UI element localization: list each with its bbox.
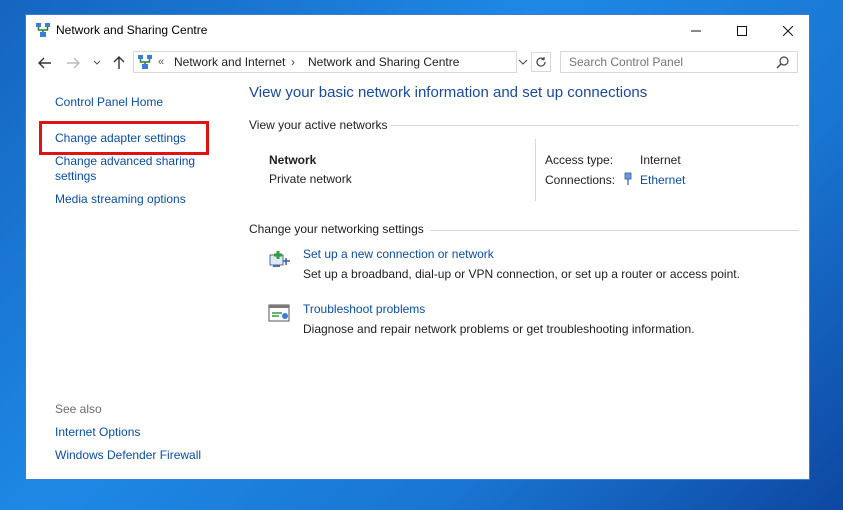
sidebar-item-change-advanced-sharing[interactable]: Change advanced sharing settings [55, 154, 200, 184]
up-arrow-icon [113, 56, 125, 69]
close-button[interactable] [765, 15, 811, 46]
minimize-button[interactable] [673, 15, 719, 46]
search-input[interactable] [560, 51, 798, 73]
minimize-icon [691, 30, 701, 31]
network-sharing-window: Network and Sharing Centre « Network and… [25, 14, 810, 480]
see-also-internet-options[interactable]: Internet Options [55, 425, 140, 439]
overflow-chevron[interactable]: « [158, 56, 164, 68]
back-button[interactable] [36, 54, 54, 72]
section-divider [391, 125, 799, 126]
chevron-down-icon[interactable] [517, 56, 529, 68]
ethernet-connection-link[interactable]: Ethernet [640, 173, 685, 187]
see-also-heading: See also [55, 402, 102, 416]
network-icon [138, 55, 152, 69]
chevron-down-icon [93, 60, 101, 65]
highlight-box [39, 121, 209, 155]
navigation-bar: « Network and Internet › Network and Sha… [26, 50, 809, 76]
page-title: View your basic network information and … [249, 84, 648, 101]
section-divider [430, 230, 799, 231]
search-icon[interactable] [776, 55, 790, 69]
maximize-icon [737, 25, 747, 36]
change-settings-heading: Change your networking settings [249, 222, 424, 236]
sidebar-item-control-panel-home[interactable]: Control Panel Home [55, 95, 163, 109]
recent-locations-button[interactable] [88, 54, 106, 72]
troubleshoot-icon [268, 304, 290, 322]
see-also-windows-firewall[interactable]: Windows Defender Firewall [55, 448, 201, 462]
back-arrow-icon [38, 57, 51, 69]
troubleshoot-problems-description: Diagnose and repair network problems or … [303, 322, 695, 336]
maximize-button[interactable] [719, 15, 765, 46]
refresh-button[interactable] [531, 52, 551, 72]
breadcrumb-network-sharing[interactable]: Network and Sharing Centre [308, 55, 459, 69]
up-button[interactable] [110, 54, 128, 72]
network-icon [36, 23, 50, 37]
breadcrumb-separator[interactable]: › [291, 55, 295, 69]
setup-new-connection-description: Set up a broadband, dial-up or VPN conne… [303, 267, 740, 281]
title-bar: Network and Sharing Centre [26, 15, 809, 46]
access-type-label: Access type: [545, 153, 614, 167]
network-name: Network [269, 153, 317, 167]
sidebar-item-media-streaming[interactable]: Media streaming options [55, 192, 186, 206]
forward-button[interactable] [64, 54, 82, 72]
access-type-value: Internet [640, 153, 681, 167]
connections-label: Connections: [545, 173, 616, 187]
troubleshoot-problems-link[interactable]: Troubleshoot problems [303, 302, 425, 316]
forward-arrow-icon [67, 57, 80, 69]
close-icon [783, 25, 793, 36]
setup-new-connection-link[interactable]: Set up a new connection or network [303, 247, 494, 261]
network-category: Private network [269, 172, 352, 186]
refresh-icon [536, 57, 546, 67]
breadcrumb-network-internet[interactable]: Network and Internet [174, 55, 285, 69]
window-title: Network and Sharing Centre [56, 23, 208, 37]
ethernet-icon [624, 172, 632, 185]
vertical-divider [535, 139, 536, 201]
address-bar[interactable]: « Network and Internet › Network and Sha… [133, 51, 528, 73]
new-connection-icon [269, 251, 290, 267]
active-networks-heading: View your active networks [249, 118, 388, 132]
